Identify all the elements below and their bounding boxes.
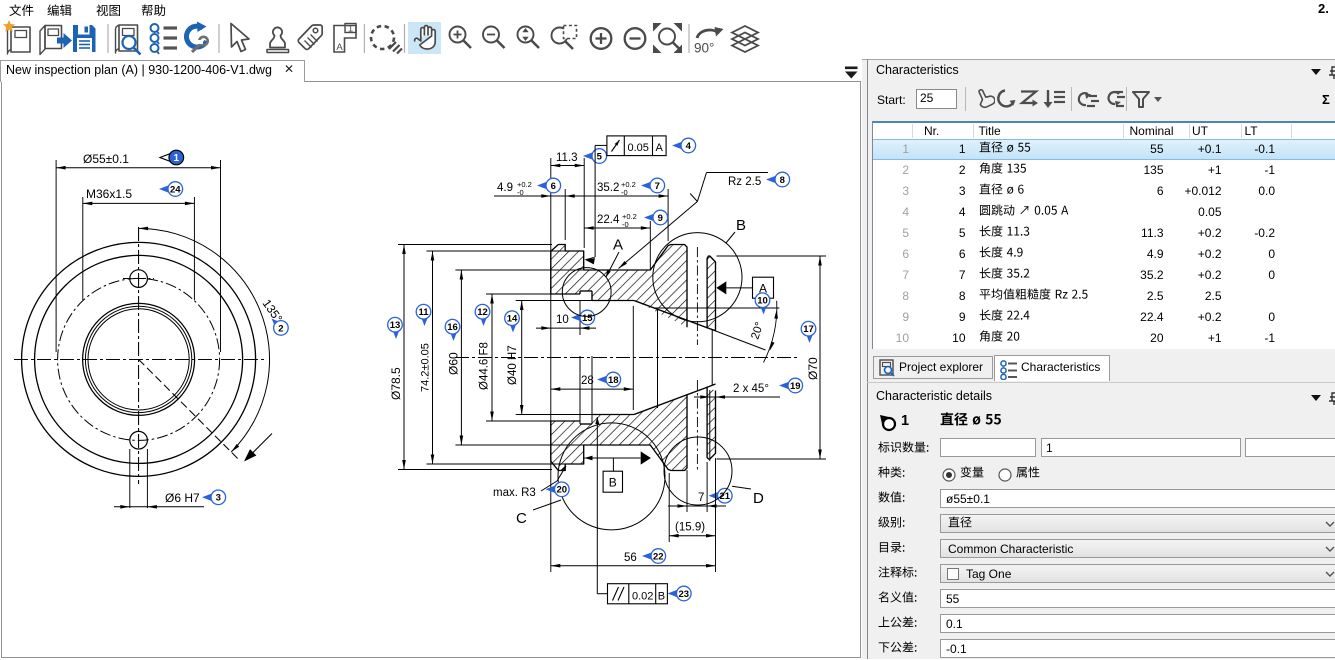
- svg-text:4: 4: [686, 141, 692, 152]
- svg-text:12: 12: [477, 307, 488, 318]
- svg-text:8: 8: [780, 175, 785, 186]
- svg-text:A: A: [336, 42, 343, 53]
- svg-text:28: 28: [581, 375, 594, 387]
- svg-text:14: 14: [507, 314, 518, 325]
- svg-text:-0: -0: [621, 188, 628, 197]
- svg-text:20°: 20°: [749, 321, 766, 341]
- svg-text:10: 10: [757, 296, 768, 307]
- svg-text:B: B: [609, 476, 617, 490]
- svg-text:2 x 45°: 2 x 45°: [733, 383, 769, 395]
- svg-text:9: 9: [658, 213, 663, 224]
- svg-text:0.05: 0.05: [628, 142, 649, 154]
- svg-text:Ø60: Ø60: [447, 352, 461, 375]
- svg-text:Ø55±0.1: Ø55±0.1: [83, 152, 129, 166]
- svg-text:A: A: [656, 142, 664, 154]
- svg-text:3: 3: [216, 493, 221, 504]
- svg-text:24: 24: [170, 184, 181, 195]
- svg-text:21: 21: [720, 491, 731, 502]
- svg-text:Ø40 H7: Ø40 H7: [507, 345, 519, 385]
- svg-text:7: 7: [655, 181, 660, 192]
- svg-text:max. R3: max. R3: [493, 487, 536, 499]
- svg-text:Ø78.5: Ø78.5: [389, 367, 403, 400]
- svg-text:16: 16: [447, 322, 458, 333]
- svg-text:74.2±0.05: 74.2±0.05: [420, 343, 432, 392]
- svg-text:11: 11: [418, 307, 429, 318]
- svg-text:B: B: [658, 591, 665, 603]
- svg-text:Rz 2.5: Rz 2.5: [728, 176, 761, 188]
- svg-text:6: 6: [551, 181, 556, 192]
- svg-text:M36x1.5: M36x1.5: [86, 187, 132, 201]
- svg-text:22.4: 22.4: [597, 214, 620, 226]
- svg-text:D: D: [753, 490, 764, 507]
- svg-text:10: 10: [556, 314, 569, 326]
- svg-text:2: 2: [278, 323, 283, 334]
- svg-text:23: 23: [679, 589, 690, 600]
- svg-text:4.9: 4.9: [497, 182, 513, 194]
- svg-text:(15.9): (15.9): [675, 522, 705, 534]
- svg-text:20: 20: [557, 485, 568, 496]
- svg-text:1: 1: [348, 24, 353, 35]
- svg-text:22: 22: [653, 551, 664, 562]
- svg-text:B: B: [736, 217, 746, 234]
- svg-text:0.02: 0.02: [632, 591, 653, 603]
- svg-text:A: A: [613, 237, 623, 254]
- svg-text:19: 19: [790, 381, 801, 392]
- svg-text:-0: -0: [517, 188, 524, 197]
- svg-text:Ø44.6 F8: Ø44.6 F8: [479, 342, 491, 390]
- svg-text:5: 5: [597, 151, 603, 162]
- svg-text:18: 18: [608, 375, 619, 386]
- svg-text:11.3: 11.3: [556, 152, 578, 164]
- svg-text:90°: 90°: [694, 41, 714, 56]
- svg-text:15: 15: [582, 313, 593, 324]
- svg-text:7: 7: [698, 492, 704, 504]
- svg-text:17: 17: [803, 324, 814, 335]
- svg-text:Ø70: Ø70: [806, 357, 820, 380]
- svg-text:-0: -0: [622, 220, 629, 229]
- svg-text:35.2: 35.2: [597, 182, 619, 194]
- svg-text:C: C: [516, 510, 527, 527]
- svg-text:13: 13: [390, 320, 401, 331]
- svg-text:56: 56: [624, 552, 637, 564]
- svg-text:1: 1: [174, 153, 180, 164]
- svg-text:Ø6 H7: Ø6 H7: [165, 491, 200, 505]
